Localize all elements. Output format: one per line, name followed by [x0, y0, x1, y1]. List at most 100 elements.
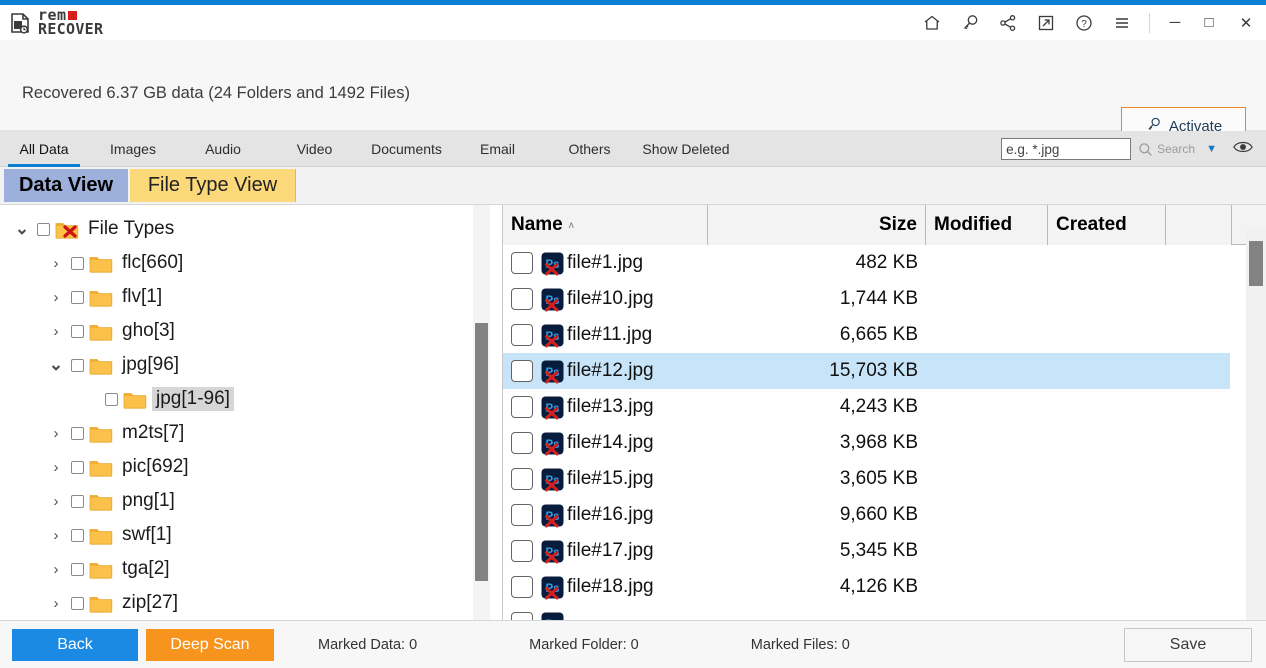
- chevron-right-icon[interactable]: ›: [46, 595, 66, 612]
- chevron-right-icon[interactable]: ›: [46, 323, 66, 340]
- tree-node-checkbox[interactable]: [105, 392, 118, 406]
- sort-ascending-icon: ʌ: [568, 219, 574, 231]
- tree-node-checkbox[interactable]: [37, 222, 50, 236]
- tree-node-jpg196[interactable]: jpg[1-96]: [0, 382, 470, 416]
- tree-node-checkbox[interactable]: [71, 358, 84, 372]
- chevron-down-icon[interactable]: ⌄: [46, 355, 66, 375]
- table-row[interactable]: Ps file#1.jpg 482 KB: [503, 245, 1230, 281]
- file-row-checkbox[interactable]: [511, 468, 533, 490]
- table-row[interactable]: Ps file#10.jpg 1,744 KB: [503, 281, 1230, 317]
- tab-email[interactable]: Email: [452, 131, 543, 167]
- tab-video[interactable]: Video: [268, 131, 361, 167]
- back-button[interactable]: Back: [12, 628, 138, 661]
- chevron-right-icon[interactable]: ›: [46, 289, 66, 306]
- tree-node-label: pic[692]: [122, 456, 189, 477]
- tab-file-type-view[interactable]: File Type View: [130, 169, 296, 202]
- tree-node-swf1[interactable]: › swf[1]: [0, 518, 470, 552]
- column-header-modified[interactable]: Modified: [926, 205, 1048, 245]
- column-header-size[interactable]: Size: [708, 205, 926, 245]
- search-button[interactable]: Search: [1137, 141, 1195, 158]
- file-row-checkbox[interactable]: [511, 252, 533, 274]
- table-row[interactable]: Ps file#12.jpg 15,703 KB: [503, 353, 1230, 389]
- tree-node-file-types[interactable]: ⌄ File Types: [0, 212, 470, 246]
- file-name-cell: Ps file#14.jpg: [503, 431, 708, 456]
- file-row-checkbox[interactable]: [511, 288, 533, 310]
- tree-node-gho3[interactable]: › gho[3]: [0, 314, 470, 348]
- column-header-blank[interactable]: [1166, 205, 1232, 245]
- tree-node-jpg96[interactable]: ⌄ jpg[96]: [0, 348, 470, 382]
- tree-node-checkbox[interactable]: [71, 426, 84, 440]
- tab-show-deleted[interactable]: Show Deleted: [636, 131, 736, 167]
- preview-eye-icon[interactable]: [1228, 138, 1258, 161]
- photoshop-file-icon: Ps: [540, 611, 565, 620]
- file-list-scrollbar[interactable]: [1246, 229, 1266, 620]
- file-name-cell: Ps file#17.jpg: [503, 539, 708, 564]
- home-icon[interactable]: [913, 5, 951, 40]
- file-row-checkbox[interactable]: [511, 540, 533, 562]
- table-row[interactable]: Ps file#15.jpg 3,605 KB: [503, 461, 1230, 497]
- share-icon[interactable]: [989, 5, 1027, 40]
- chevron-right-icon[interactable]: ›: [46, 527, 66, 544]
- table-row[interactable]: Ps file#11.jpg 6,665 KB: [503, 317, 1230, 353]
- maximize-button[interactable]: □: [1192, 5, 1226, 40]
- deep-scan-button[interactable]: Deep Scan: [146, 628, 274, 661]
- chevron-right-icon[interactable]: ›: [46, 493, 66, 510]
- tab-audio[interactable]: Audio: [178, 131, 268, 167]
- tree-node-flc660[interactable]: › flc[660]: [0, 246, 470, 280]
- file-row-checkbox[interactable]: [511, 612, 533, 620]
- file-row-checkbox[interactable]: [511, 504, 533, 526]
- save-button[interactable]: Save: [1124, 627, 1252, 662]
- tree-node-checkbox[interactable]: [71, 562, 84, 576]
- tree-node-checkbox[interactable]: [71, 256, 84, 270]
- file-list-scrollbar-thumb[interactable]: [1249, 241, 1263, 286]
- table-row[interactable]: Ps file#16.jpg 9,660 KB: [503, 497, 1230, 533]
- column-header-created[interactable]: Created: [1048, 205, 1166, 245]
- tree-scrollbar-thumb[interactable]: [475, 323, 488, 581]
- chevron-right-icon[interactable]: ›: [46, 425, 66, 442]
- tree-node-checkbox[interactable]: [71, 324, 84, 338]
- chevron-right-icon[interactable]: ›: [46, 255, 66, 272]
- help-icon[interactable]: ?: [1065, 5, 1103, 40]
- chevron-down-icon[interactable]: ⌄: [12, 219, 32, 239]
- tab-documents[interactable]: Documents: [361, 131, 452, 167]
- tree-node-checkbox[interactable]: [71, 528, 84, 542]
- search-filter-dropdown-icon[interactable]: ▼: [1201, 143, 1222, 155]
- tree-scrollbar[interactable]: [473, 205, 490, 620]
- file-row-checkbox[interactable]: [511, 360, 533, 382]
- table-row[interactable]: Ps file#13.jpg 4,243 KB: [503, 389, 1230, 425]
- file-row-checkbox[interactable]: [511, 432, 533, 454]
- tree-node-m2ts7[interactable]: › m2ts[7]: [0, 416, 470, 450]
- file-row-checkbox[interactable]: [511, 324, 533, 346]
- tree-node-checkbox[interactable]: [71, 290, 84, 304]
- search-input[interactable]: [1001, 138, 1132, 160]
- tree-node-checkbox[interactable]: [71, 596, 84, 610]
- logo-text-recover: RECOVER: [38, 19, 104, 38]
- external-link-icon[interactable]: [1027, 5, 1065, 40]
- menu-icon[interactable]: [1103, 5, 1141, 40]
- file-row-checkbox[interactable]: [511, 576, 533, 598]
- chevron-right-icon[interactable]: ›: [46, 459, 66, 476]
- minimize-button[interactable]: ─: [1158, 5, 1192, 40]
- file-name-label: file#16.jpg: [567, 504, 654, 525]
- table-row[interactable]: Ps: [503, 605, 1230, 620]
- tree-node-tga2[interactable]: › tga[2]: [0, 552, 470, 586]
- tree-node-checkbox[interactable]: [71, 494, 84, 508]
- tree-node-checkbox[interactable]: [71, 460, 84, 474]
- tree-node-pic692[interactable]: › pic[692]: [0, 450, 470, 484]
- table-row[interactable]: Ps file#17.jpg 5,345 KB: [503, 533, 1230, 569]
- tab-all-data[interactable]: All Data: [0, 131, 88, 167]
- tab-data-view[interactable]: Data View: [4, 169, 128, 202]
- table-row[interactable]: Ps file#18.jpg 4,126 KB: [503, 569, 1230, 605]
- logo-square-icon: [67, 11, 77, 21]
- file-row-checkbox[interactable]: [511, 396, 533, 418]
- column-header-name[interactable]: Name ʌ: [503, 205, 708, 245]
- tree-node-flv1[interactable]: › flv[1]: [0, 280, 470, 314]
- table-row[interactable]: Ps file#14.jpg 3,968 KB: [503, 425, 1230, 461]
- close-button[interactable]: ✕: [1226, 5, 1266, 40]
- chevron-right-icon[interactable]: ›: [46, 561, 66, 578]
- tree-node-zip27[interactable]: › zip[27]: [0, 586, 470, 620]
- tab-images[interactable]: Images: [88, 131, 178, 167]
- key-icon[interactable]: [951, 5, 989, 40]
- tab-others[interactable]: Others: [543, 131, 636, 167]
- tree-node-png1[interactable]: › png[1]: [0, 484, 470, 518]
